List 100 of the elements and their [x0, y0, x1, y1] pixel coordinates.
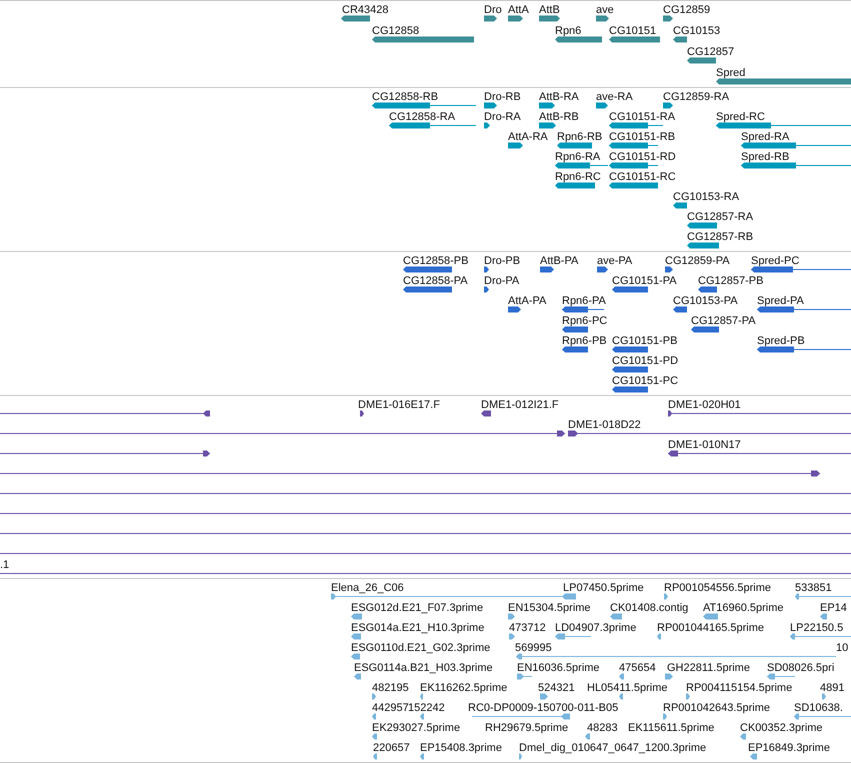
feature-label: 10 — [836, 642, 848, 654]
feature-label: CG12857-RA — [687, 211, 754, 223]
feature-label: Dro — [484, 4, 502, 16]
feature-label: Dmel_dig_010647_0647_1200.3prime — [519, 742, 706, 754]
feature-label: DME1-020H01 — [668, 399, 741, 411]
feature-label: LP07450.5prime — [563, 582, 644, 594]
feature-label: GH22811.5prime — [667, 662, 750, 674]
feature-label: Spred-RC — [716, 111, 765, 123]
feature-label: CG12858-RA — [389, 111, 456, 123]
feature-label: Rpn6-RB — [557, 131, 602, 143]
feature-label: EK293027.5prime — [372, 722, 460, 734]
feature-label: Rpn6-PA — [562, 295, 606, 307]
feature-label: Rpn6 — [555, 25, 582, 37]
feature-label: CG10151-PA — [612, 275, 677, 287]
feature-label: AT16960.5prime — [703, 602, 784, 614]
feature-label: Rpn6-PC — [562, 315, 608, 327]
feature-label: 152242 — [408, 702, 445, 714]
feature-label: CG12858-PB — [403, 255, 468, 267]
feature-label: Dro-PA — [484, 275, 520, 287]
feature-label: CG10153-PA — [673, 295, 738, 307]
feature-label: CG10151-PB — [612, 335, 678, 347]
feature-label: Spred — [716, 67, 746, 79]
feature-label: CG10151 — [609, 25, 656, 37]
feature-label: LP22150.5 — [790, 622, 844, 634]
feature-label: EP16849.3prime — [748, 742, 830, 754]
feature-label: 569995 — [515, 642, 552, 654]
feature-label: CG10151-PC — [612, 375, 678, 387]
feature-label: 442957 — [372, 702, 409, 714]
feature-label: CG10151-PD — [612, 355, 678, 367]
feature-label: RP004115154.5prime — [686, 682, 792, 694]
feature-label: AttB — [539, 4, 560, 16]
feature-label: DME1-012I21.F — [481, 399, 559, 411]
feature-label: Spred-PA — [757, 295, 804, 307]
feature-label: DME1-018D22 — [568, 419, 641, 431]
feature-label: RP001044165.5prime — [657, 622, 764, 634]
feature-label: CG12859 — [663, 4, 710, 16]
feature-label: 4891 — [820, 682, 844, 694]
feature-label: EK116262.5prime — [420, 682, 508, 694]
feature-label: AttA-RA — [508, 131, 548, 143]
feature-label: RP001054556.5prime — [664, 582, 772, 594]
feature-label: 482195 — [372, 682, 409, 694]
feature-label: ave — [596, 4, 614, 16]
feature-label: Spred-PC — [751, 255, 800, 267]
feature-label: AttB-RA — [539, 91, 579, 103]
feature-label: RC0-DP0009-150700-011-B05 — [468, 702, 618, 714]
feature-label: Spred-RA — [741, 131, 790, 143]
feature-label: Dro-RA — [484, 111, 521, 123]
feature-label: 533851 — [795, 582, 832, 594]
feature-label: CR43428 — [342, 4, 388, 16]
feature-label: Spred-PB — [757, 335, 805, 347]
feature-label: 524321 — [538, 682, 575, 694]
feature-label: CG10153-RA — [673, 191, 740, 203]
feature-label: EP15408.3prime — [420, 742, 502, 754]
feature-label: CG12859-RA — [663, 91, 730, 103]
feature-label: CG12858-PA — [403, 275, 468, 287]
feature-label: CG12857 — [687, 46, 734, 58]
feature-label: HL05411.5prime — [587, 682, 668, 694]
feature-label: Dro-PB — [484, 255, 520, 267]
feature-label: ave-RA — [596, 91, 633, 103]
feature-label: CG12858 — [372, 25, 420, 37]
feature-label: EN15304.5prime — [508, 602, 591, 614]
feature-label: ESG012d.E21_F07.3prime — [351, 602, 484, 614]
feature-label: CG12857-RB — [687, 231, 754, 243]
feature-label: AttA-PA — [508, 295, 546, 307]
feature-label: RP001042643.5prime — [663, 702, 770, 714]
feature-label: EP14 — [820, 602, 847, 614]
feature-label: CG10151-RB — [609, 131, 676, 143]
feature-label: CG10153 — [673, 25, 720, 37]
feature-label: DME1-016E17.F — [358, 399, 440, 411]
feature-label: CG10151-RD — [609, 151, 676, 163]
feature-label: AttA — [508, 4, 529, 16]
feature-label: SD08026.5pri — [767, 662, 834, 674]
feature-label: CG10151-RA — [609, 111, 676, 123]
feature-label: ave-PA — [597, 255, 632, 267]
feature-label: Rpn6-PB — [562, 335, 607, 347]
feature-label: AttB-PA — [540, 255, 578, 267]
feature-label: CG12859-PA — [665, 255, 730, 267]
feature-label: EK115611.5prime — [628, 722, 714, 734]
feature-label: CG12857-PA — [691, 315, 756, 327]
feature-label: Spred-RB — [741, 151, 790, 163]
feature-label: CG12857-PB — [698, 275, 764, 287]
feature-label: ESG0114a.B21_H03.3prime — [354, 662, 493, 674]
feature-label: RH29679.5prime — [485, 722, 568, 734]
feature-label: EN16036.5prime — [517, 662, 600, 674]
feature-label: LD04907.3prime — [555, 622, 636, 634]
feature-label: Rpn6-RC — [555, 171, 601, 183]
feature-label: 473712 — [509, 622, 546, 634]
feature-label: 475654 — [619, 662, 656, 674]
feature-label: CK01408.contig — [610, 602, 688, 614]
feature-label: CG12858-RB — [372, 91, 438, 103]
feature-label: DME1-010N17 — [668, 439, 741, 451]
feature-label: Dro-RB — [484, 91, 521, 103]
feature-label: 48283 — [587, 722, 618, 734]
feature-label: AttB-RB — [539, 111, 579, 123]
feature-label: ESG014a.E21_H10.3prime — [351, 622, 484, 634]
feature-label: SD10638. — [794, 702, 843, 714]
feature-label: Elena_26_C06 — [331, 582, 404, 594]
feature-label: ESG0110d.E21_G02.3prime — [351, 642, 490, 654]
feature-label: 220657 — [373, 742, 410, 754]
feature-label: CG10151-RC — [609, 171, 676, 183]
